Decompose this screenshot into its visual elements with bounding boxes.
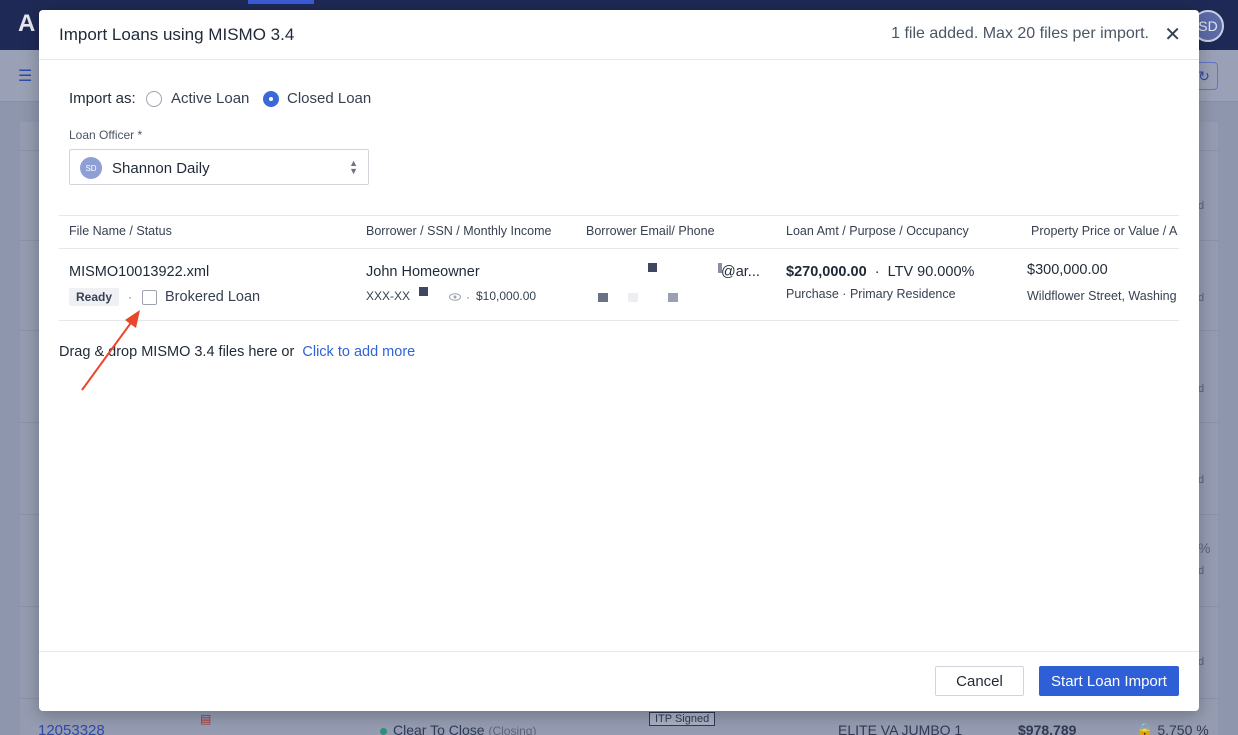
table-header-border [59, 248, 1179, 249]
status-dot-icon [380, 727, 387, 735]
monthly-income: $10,000.00 [476, 289, 537, 303]
brokered-loan-label[interactable]: Brokered Loan [165, 289, 260, 305]
borrower-name: John Homeowner [366, 264, 480, 280]
footer-border [39, 651, 1199, 652]
active-loan-label[interactable]: Active Loan [171, 90, 249, 107]
property-address: Wildflower Street, Washing [1027, 289, 1177, 303]
import-loans-modal: Import Loans using MISMO 3.4 1 file adde… [39, 10, 1199, 711]
redaction-block [598, 293, 608, 302]
redaction-block [668, 293, 678, 302]
add-more-link[interactable]: Click to add more [302, 344, 415, 360]
status-badge: Ready [69, 288, 120, 306]
start-loan-import-button[interactable]: Start Loan Import [1039, 666, 1179, 696]
loan-officer-value: Shannon Daily [112, 160, 210, 177]
document-icon[interactable]: ▤ [200, 712, 211, 726]
loan-product: ELITE VA JUMBO 1 [838, 722, 963, 735]
loan-purpose: Purchase [786, 287, 839, 301]
file-count-info: 1 file added. Max 20 files per import. [891, 25, 1149, 42]
loan-number-link[interactable]: 12053328 [38, 722, 105, 735]
loan-officer-select[interactable]: SD Shannon Daily ▲ ▼ [69, 149, 369, 185]
borrower-ssn: XXX-XX [366, 289, 411, 303]
separator-dot: · [466, 290, 470, 304]
borrower-email: @ar... [721, 264, 760, 280]
active-loan-radio[interactable] [146, 91, 162, 107]
brokered-loan-checkbox[interactable] [142, 290, 157, 305]
header-file-name-status: File Name / Status [69, 224, 172, 238]
ltv: LTV 90.000% [887, 264, 975, 280]
loan-price: $978,789 [1018, 722, 1077, 735]
itp-badge: ITP Signed [649, 712, 716, 726]
rate-value: 5.750 % [1157, 722, 1209, 735]
dropzone[interactable]: Drag & drop MISMO 3.4 files here or Clic… [59, 344, 415, 360]
loan-officer-avatar: SD [80, 157, 102, 179]
background-loan-row: 12053328 ▤ Clear To Close (Closing) ITP … [0, 712, 1238, 735]
file-name: MISMO10013922.xml [69, 264, 210, 280]
separator-dot: · [842, 287, 847, 301]
purpose-occupancy: Purchase · Primary Residence [786, 287, 956, 301]
redaction-block [648, 263, 657, 272]
loan-status: Clear To Close (Closing) [380, 722, 536, 735]
header-borrower-email-phone: Borrower Email/ Phone [586, 224, 715, 238]
close-icon[interactable]: ✕ [1164, 22, 1181, 47]
header-property-price: Property Price or Value / A [1031, 224, 1178, 238]
active-tab-indicator [248, 0, 314, 4]
app-logo: A [18, 10, 36, 37]
loan-rate: 🔒 5.750 % [1136, 722, 1209, 735]
separator-dot: · [128, 290, 132, 304]
loan-amount-ltv: $270,000.00 · LTV 90.000% [786, 264, 974, 280]
dropzone-text: Drag & drop MISMO 3.4 files here or [59, 344, 295, 360]
redaction-block [419, 287, 428, 296]
separator-dot: · [874, 264, 880, 280]
import-as-label: Import as: [69, 90, 136, 107]
modal-header: Import Loans using MISMO 3.4 1 file adde… [39, 10, 1199, 60]
loan-officer-label: Loan Officer * [69, 128, 143, 142]
cancel-button[interactable]: Cancel [935, 666, 1024, 696]
closed-loan-radio[interactable] [263, 91, 279, 107]
modal-title: Import Loans using MISMO 3.4 [59, 25, 295, 44]
select-caret-icon: ▲ ▼ [349, 158, 358, 176]
occupancy: Primary Residence [849, 287, 956, 301]
eye-icon[interactable] [449, 293, 461, 301]
loan-amount: $270,000.00 [786, 264, 867, 280]
status-text: Clear To Close [393, 722, 485, 735]
checklist-icon[interactable]: ☰ [18, 66, 32, 86]
header-loan-amt-purpose: Loan Amt / Purpose / Occupancy [786, 224, 969, 238]
closed-loan-label[interactable]: Closed Loan [287, 90, 371, 107]
redaction-block [628, 293, 638, 302]
property-price: $300,000.00 [1027, 262, 1108, 278]
header-borrower-ssn-income: Borrower / SSN / Monthly Income [366, 224, 552, 238]
table-row-border [59, 320, 1179, 321]
row-cell-fragment: % [1198, 540, 1211, 556]
status-subtext: (Closing) [488, 724, 537, 735]
table-top-border [59, 215, 1179, 216]
